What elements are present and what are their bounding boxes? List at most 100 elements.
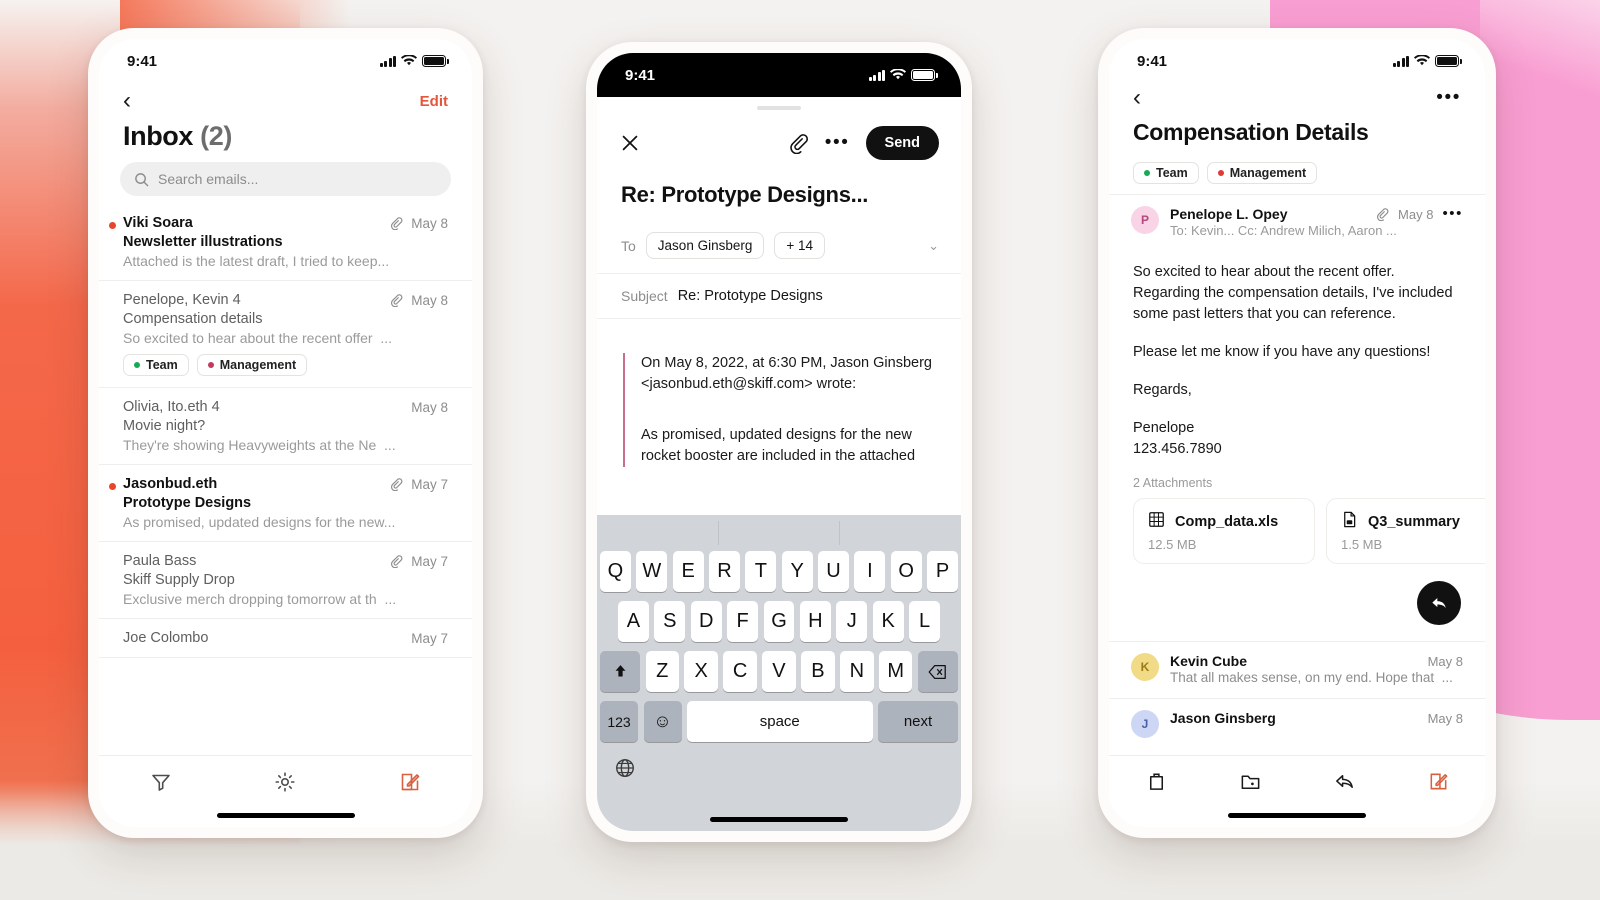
key-t[interactable]: T xyxy=(745,551,777,592)
gear-icon[interactable] xyxy=(273,770,297,794)
message-header[interactable]: P Penelope L. Opey May 8 ••• To: Kevin..… xyxy=(1109,195,1485,240)
more-horizontal-icon[interactable]: ••• xyxy=(1436,89,1461,107)
email-meta: May 8 xyxy=(411,400,448,415)
reply-icon[interactable] xyxy=(1333,770,1356,793)
keyboard-row-3: ZXCVBNM xyxy=(600,651,958,692)
email-list-item[interactable]: Paula Bass May 7 Skiff Supply Drop Exclusi… xyxy=(99,542,472,619)
email-list-item[interactable]: Joe Colombo May 7 xyxy=(99,619,472,658)
key-e[interactable]: E xyxy=(672,551,704,592)
cellular-signal-icon xyxy=(1392,55,1409,67)
search-input[interactable]: Search emails... xyxy=(120,162,451,196)
email-subject: Newsletter illustrations xyxy=(123,234,283,250)
space-key[interactable]: space xyxy=(687,701,873,742)
tag-chip[interactable]: Team xyxy=(123,354,189,376)
tag-chip[interactable]: Team xyxy=(1133,162,1199,184)
email-sender: Viki Soara xyxy=(123,215,193,231)
key-m[interactable]: M xyxy=(879,651,913,692)
key-c[interactable]: C xyxy=(723,651,757,692)
avatar: P xyxy=(1131,206,1159,234)
email-list-item[interactable]: Olivia, Ito.eth 4 May 8 Movie night? They'… xyxy=(99,388,472,465)
email-snippet: Attached is the latest draft, I tried to… xyxy=(123,253,390,269)
phone-thread: 9:41 ‹ ••• Compensation Details Team Mana… xyxy=(1098,28,1496,838)
status-time: 9:41 xyxy=(1137,52,1168,70)
key-l[interactable]: L xyxy=(909,601,941,642)
recipient-chip[interactable]: Jason Ginsberg xyxy=(645,232,765,259)
next-key[interactable]: next xyxy=(878,701,958,742)
email-snippet: So excited to hear about the recent offe… xyxy=(123,330,393,346)
key-n[interactable]: N xyxy=(840,651,874,692)
recipient-more-chip[interactable]: + 14 xyxy=(774,232,826,259)
key-q[interactable]: Q xyxy=(600,551,631,592)
to-field[interactable]: To Jason Ginsberg + 14 ⌄ xyxy=(597,208,961,274)
paperclip-icon[interactable] xyxy=(787,132,809,154)
key-w[interactable]: W xyxy=(636,551,668,592)
edit-button[interactable]: Edit xyxy=(420,93,448,110)
numbers-key[interactable]: 123 xyxy=(600,701,638,742)
key-o[interactable]: O xyxy=(890,551,922,592)
backspace-icon[interactable] xyxy=(918,651,958,692)
thread-list-item[interactable]: K Kevin Cube May 8 That all makes sense,… xyxy=(1109,641,1485,698)
key-x[interactable]: X xyxy=(684,651,718,692)
shift-icon[interactable] xyxy=(600,651,640,692)
email-sender: Penelope, Kevin 4 xyxy=(123,292,241,308)
key-b[interactable]: B xyxy=(801,651,835,692)
status-time: 9:41 xyxy=(625,66,656,84)
thread-list-item[interactable]: J Jason Ginsberg May 8 xyxy=(1109,698,1485,749)
compose-icon[interactable] xyxy=(1427,770,1450,793)
compose-title: Re: Prototype Designs... xyxy=(621,182,869,207)
key-h[interactable]: H xyxy=(799,601,831,642)
send-button[interactable]: Send xyxy=(865,126,939,160)
compose-toolbar: ••• Send xyxy=(597,110,961,160)
move-to-folder-icon[interactable] xyxy=(1239,770,1262,793)
key-k[interactable]: K xyxy=(872,601,904,642)
key-u[interactable]: U xyxy=(818,551,849,592)
email-list-item[interactable]: Viki Soara May 8 Newsletter illustrations… xyxy=(99,204,472,281)
key-s[interactable]: S xyxy=(654,601,686,642)
email-snippet: As promised, updated designs for the new… xyxy=(123,514,396,530)
attachment-card[interactable]: Comp_data.xls 12.5 MB xyxy=(1133,498,1315,565)
key-d[interactable]: D xyxy=(690,601,722,642)
attachment-size: 12.5 MB xyxy=(1148,537,1197,553)
attachment-card[interactable]: Q3_summary 1.5 MB xyxy=(1326,498,1485,565)
tag-chip[interactable]: Management xyxy=(1206,162,1318,184)
tag-list: Team Management xyxy=(123,354,448,376)
chevron-left-icon[interactable]: ‹ xyxy=(1133,86,1141,110)
globe-icon[interactable] xyxy=(600,751,958,785)
compose-icon[interactable] xyxy=(398,770,422,794)
subject-field[interactable]: Subject Re: Prototype Designs xyxy=(597,274,961,319)
trash-icon[interactable] xyxy=(1145,770,1168,793)
close-icon[interactable] xyxy=(619,132,641,154)
on-screen-keyboard: QWERTYUIOP ASDFGHJKL ZXCVBNM 123 ☺ space… xyxy=(597,515,961,831)
attachment-top: Q3_summary xyxy=(1340,510,1485,534)
key-f[interactable]: F xyxy=(727,601,759,642)
status-bar: 9:41 xyxy=(99,39,472,83)
key-a[interactable]: A xyxy=(618,601,649,642)
more-horizontal-icon[interactable]: ••• xyxy=(1442,207,1463,221)
key-r[interactable]: R xyxy=(709,551,740,592)
emoji-icon[interactable]: ☺ xyxy=(643,701,682,742)
email-sender: Joe Colombo xyxy=(123,630,209,646)
key-i[interactable]: I xyxy=(854,551,886,592)
more-horizontal-icon[interactable]: ••• xyxy=(825,134,850,152)
key-p[interactable]: P xyxy=(927,551,958,592)
reply-fab-button[interactable] xyxy=(1417,581,1461,626)
key-y[interactable]: Y xyxy=(781,551,813,592)
key-z[interactable]: Z xyxy=(645,651,679,692)
tag-chip[interactable]: Management xyxy=(196,354,308,376)
key-v[interactable]: V xyxy=(762,651,796,692)
chevron-left-icon[interactable]: ‹ xyxy=(123,89,131,113)
email-meta: May 8 xyxy=(389,293,448,308)
unread-dot xyxy=(109,222,116,229)
battery-icon xyxy=(911,69,938,81)
email-list-item[interactable]: Jasonbud.eth May 7 Prototype Designs As pr… xyxy=(99,465,472,542)
chevron-down-icon[interactable]: ⌄ xyxy=(928,238,939,254)
message-paragraph: Please let me know if you have any quest… xyxy=(1133,344,1431,361)
notch xyxy=(704,53,854,79)
tag-dot xyxy=(1217,170,1224,176)
key-g[interactable]: G xyxy=(763,601,795,642)
tag-label: Team xyxy=(1156,166,1188,180)
paperclip-icon xyxy=(391,555,403,568)
email-list-item[interactable]: Penelope, Kevin 4 May 8 Compensation deta… xyxy=(99,281,472,388)
key-j[interactable]: J xyxy=(836,601,868,642)
filter-icon[interactable] xyxy=(149,770,173,794)
